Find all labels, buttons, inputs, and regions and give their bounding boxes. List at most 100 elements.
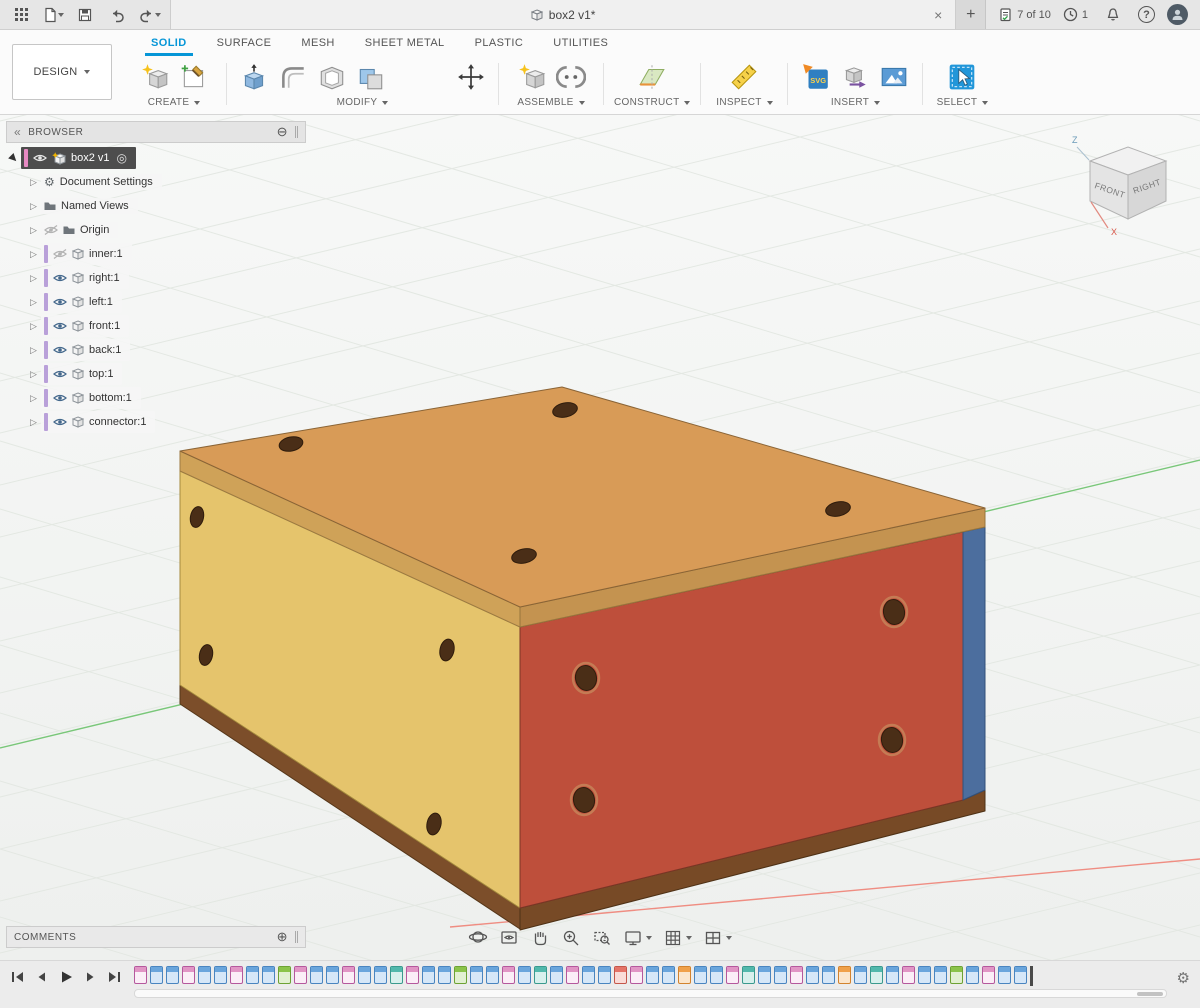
visibility-eye-off-icon[interactable] bbox=[44, 225, 58, 235]
look-at-button[interactable] bbox=[496, 926, 522, 950]
timeline-feature-extrude[interactable] bbox=[918, 966, 931, 984]
timeline-feature-green[interactable] bbox=[454, 966, 467, 984]
expand-arrow-icon[interactable]: ▶ bbox=[4, 149, 22, 167]
browser-item-named-views[interactable]: ▷ Named Views bbox=[26, 194, 306, 218]
workspace-selector[interactable]: DESIGN bbox=[12, 44, 112, 100]
fillet-button[interactable] bbox=[276, 60, 310, 94]
timeline-feature-extrude[interactable] bbox=[710, 966, 723, 984]
go-to-end-button[interactable] bbox=[104, 967, 124, 987]
visibility-eye-icon[interactable] bbox=[53, 321, 67, 331]
expand-arrow-icon[interactable]: ▷ bbox=[26, 417, 41, 428]
expand-arrow-icon[interactable]: ▷ bbox=[26, 345, 41, 356]
insert-svg-button[interactable]: SVG bbox=[799, 60, 833, 94]
expand-arrow-icon[interactable]: ▷ bbox=[26, 393, 41, 404]
panel-grip[interactable] bbox=[295, 126, 298, 138]
insert-canvas-button[interactable] bbox=[877, 60, 911, 94]
select-button[interactable] bbox=[945, 60, 979, 94]
pan-button[interactable] bbox=[527, 926, 553, 950]
user-avatar[interactable] bbox=[1167, 4, 1188, 25]
save-button[interactable] bbox=[72, 3, 98, 27]
new-tab-button[interactable]: + bbox=[956, 0, 986, 29]
timeline-feature-teal[interactable] bbox=[870, 966, 883, 984]
timeline-feature-orange[interactable] bbox=[838, 966, 851, 984]
timeline-feature-sketch[interactable] bbox=[406, 966, 419, 984]
expand-arrow-icon[interactable]: ▷ bbox=[26, 201, 41, 212]
timeline-feature-extrude[interactable] bbox=[374, 966, 387, 984]
timeline-feature-extrude[interactable] bbox=[470, 966, 483, 984]
visibility-eye-off-icon[interactable] bbox=[53, 249, 67, 259]
minimize-panel-icon[interactable]: ⊖ bbox=[277, 124, 288, 140]
group-label-create[interactable]: CREATE bbox=[148, 97, 201, 111]
group-label-inspect[interactable]: INSPECT bbox=[716, 97, 772, 111]
browser-header[interactable]: « BROWSER ⊖ bbox=[6, 121, 306, 143]
timeline-feature-teal[interactable] bbox=[742, 966, 755, 984]
expand-panel-icon[interactable]: ⊕ bbox=[277, 929, 288, 945]
tab-utilities[interactable]: UTILITIES bbox=[538, 30, 623, 56]
timeline-feature-sketch[interactable] bbox=[182, 966, 195, 984]
timeline-feature-teal[interactable] bbox=[390, 966, 403, 984]
timeline-feature-extrude[interactable] bbox=[694, 966, 707, 984]
shell-button[interactable] bbox=[315, 60, 349, 94]
job-status[interactable]: 7 of 10 bbox=[998, 7, 1051, 22]
timeline-feature-extrude[interactable] bbox=[262, 966, 275, 984]
timeline-feature-sketch[interactable] bbox=[726, 966, 739, 984]
timeline-feature-extrude[interactable] bbox=[246, 966, 259, 984]
visibility-eye-icon[interactable] bbox=[53, 345, 67, 355]
combine-button[interactable] bbox=[354, 60, 388, 94]
timeline-feature-sketch[interactable] bbox=[502, 966, 515, 984]
step-forward-button[interactable] bbox=[80, 967, 100, 987]
display-settings-button[interactable] bbox=[620, 926, 655, 950]
zoom-window-button[interactable] bbox=[589, 926, 615, 950]
timeline-feature-extrude[interactable] bbox=[806, 966, 819, 984]
timeline-feature-extrude[interactable] bbox=[774, 966, 787, 984]
timeline-feature-sketch[interactable] bbox=[342, 966, 355, 984]
visibility-eye-icon[interactable] bbox=[53, 273, 67, 283]
group-label-insert[interactable]: INSERT bbox=[831, 97, 880, 111]
timeline-feature-extrude[interactable] bbox=[438, 966, 451, 984]
help-button[interactable]: ? bbox=[1138, 6, 1155, 23]
browser-item-front[interactable]: ▷ front:1 bbox=[26, 314, 306, 338]
browser-item-inner[interactable]: ▷ inner:1 bbox=[26, 242, 306, 266]
browser-item-right[interactable]: ▷ right:1 bbox=[26, 266, 306, 290]
timeline-feature-sketch[interactable] bbox=[982, 966, 995, 984]
tab-plastic[interactable]: PLASTIC bbox=[460, 30, 539, 56]
go-to-start-button[interactable] bbox=[8, 967, 28, 987]
box-model[interactable] bbox=[180, 387, 985, 930]
assemble-new-component-button[interactable] bbox=[515, 60, 549, 94]
timeline-feature-green[interactable] bbox=[278, 966, 291, 984]
timeline-feature-sketch[interactable] bbox=[790, 966, 803, 984]
timeline-feature-extrude[interactable] bbox=[1014, 966, 1027, 984]
viewports-button[interactable] bbox=[700, 926, 735, 950]
timeline-feature-extrude[interactable] bbox=[518, 966, 531, 984]
timeline-feature-sketch[interactable] bbox=[134, 966, 147, 984]
tab-mesh[interactable]: MESH bbox=[286, 30, 349, 56]
timeline-feature-extrude[interactable] bbox=[998, 966, 1011, 984]
timeline-feature-extrude[interactable] bbox=[758, 966, 771, 984]
tab-surface[interactable]: SURFACE bbox=[202, 30, 287, 56]
redo-button[interactable] bbox=[136, 3, 162, 27]
timeline-feature-extrude[interactable] bbox=[854, 966, 867, 984]
measure-button[interactable] bbox=[727, 60, 761, 94]
timeline-scrollbar[interactable] bbox=[134, 989, 1167, 998]
visibility-eye-icon[interactable] bbox=[53, 369, 67, 379]
comments-bar[interactable]: COMMENTS ⊕ bbox=[6, 926, 306, 948]
data-panel-button[interactable] bbox=[8, 3, 34, 27]
timeline-feature-extrude[interactable] bbox=[934, 966, 947, 984]
browser-item-document-settings[interactable]: ▷ ⚙ Document Settings bbox=[26, 170, 306, 194]
document-tab[interactable]: box2 v1* × bbox=[170, 0, 956, 29]
expand-arrow-icon[interactable]: ▷ bbox=[26, 297, 41, 308]
construct-plane-button[interactable] bbox=[635, 60, 669, 94]
group-label-modify[interactable]: MODIFY bbox=[337, 97, 389, 111]
activate-component-radio[interactable]: ◎ bbox=[117, 151, 127, 165]
timeline-feature-teal[interactable] bbox=[534, 966, 547, 984]
joint-button[interactable] bbox=[554, 60, 588, 94]
browser-item-top[interactable]: ▷ top:1 bbox=[26, 362, 306, 386]
timeline-feature-extrude[interactable] bbox=[358, 966, 371, 984]
timeline-feature-sketch[interactable] bbox=[294, 966, 307, 984]
collapse-panel-icon[interactable]: « bbox=[14, 125, 21, 139]
timeline-feature-extrude[interactable] bbox=[150, 966, 163, 984]
step-back-button[interactable] bbox=[32, 967, 52, 987]
derive-button[interactable] bbox=[838, 60, 872, 94]
timeline-scrollbar-thumb[interactable] bbox=[1137, 992, 1163, 996]
timeline-feature-extrude[interactable] bbox=[214, 966, 227, 984]
